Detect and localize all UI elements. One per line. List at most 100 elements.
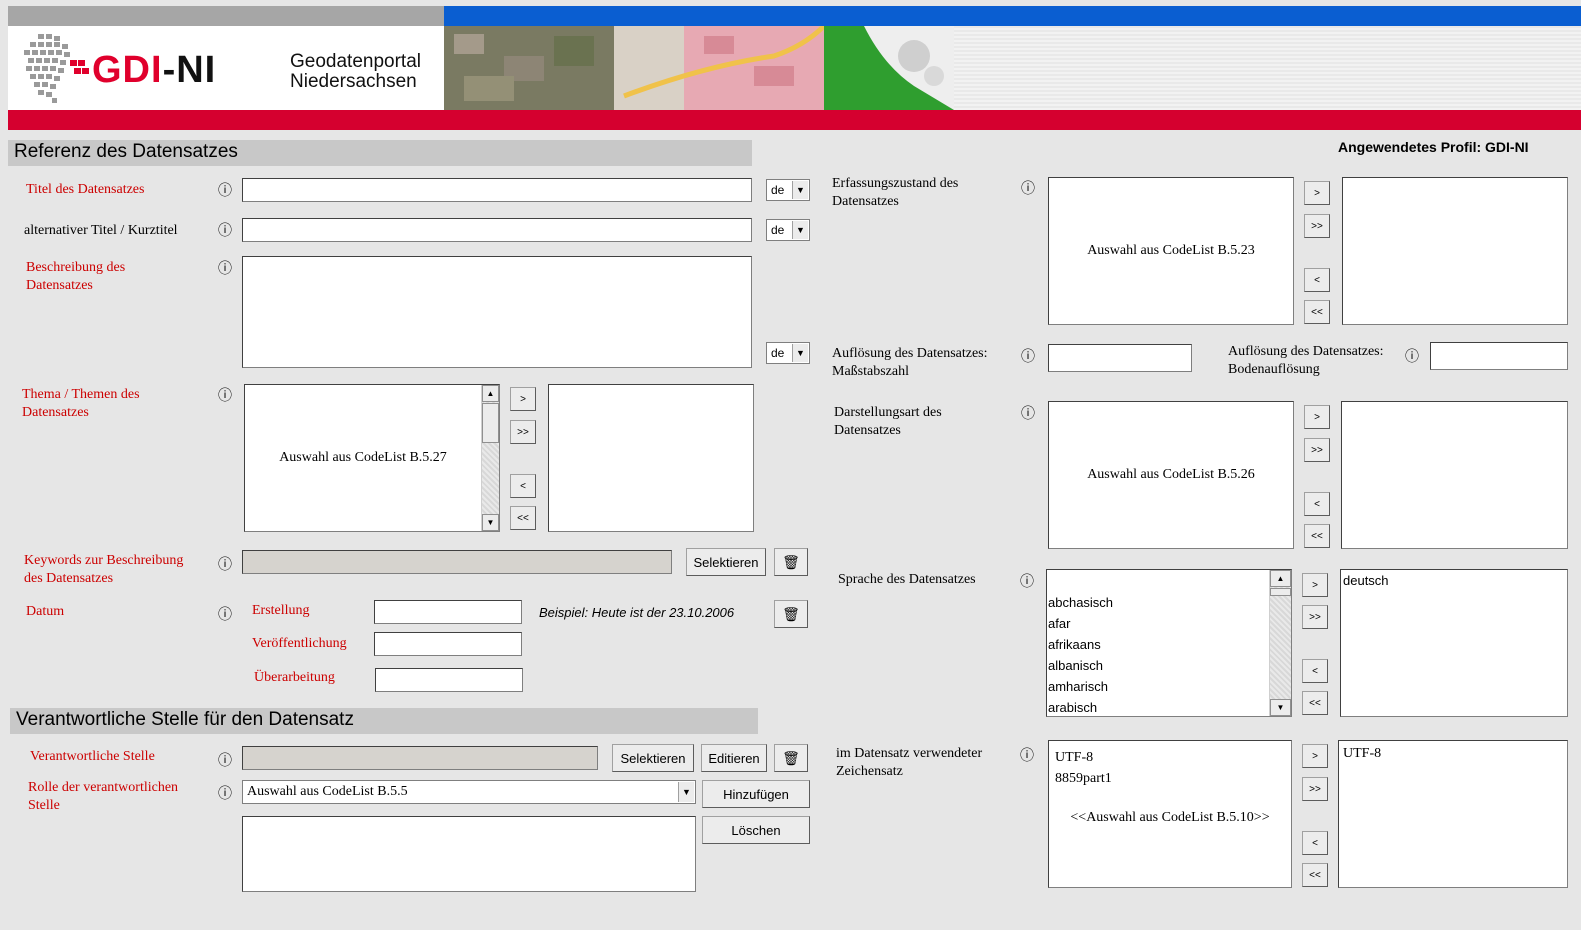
list-item[interactable]: abchasisch [1047,592,1273,613]
alt-titel-input[interactable] [242,218,752,242]
thema-add-all-button[interactable]: >> [510,420,536,444]
stelle-editieren-button[interactable]: Editieren [701,744,767,772]
info-icon[interactable]: ⓘ [218,750,232,770]
label-titel: Titel des Datensatzes [26,182,145,197]
titel-lang-select[interactable]: de ▼ [766,179,810,201]
sprache-remove-all-button[interactable]: << [1302,691,1328,715]
info-icon[interactable]: ⓘ [1405,346,1419,366]
info-icon[interactable]: ⓘ [218,180,232,200]
info-icon[interactable]: ⓘ [1021,178,1035,198]
thema-available-list[interactable]: Auswahl aus CodeList B.5.27 ▲ ▼ [244,384,500,532]
sprache-remove-button[interactable]: < [1302,659,1328,683]
erstellung-date-input[interactable] [374,600,522,624]
info-icon[interactable]: ⓘ [1020,571,1034,591]
darstellung-add-all-button[interactable]: >> [1304,438,1330,462]
zeichensatz-remove-button[interactable]: < [1302,831,1328,855]
info-icon[interactable]: ⓘ [218,385,232,405]
label-zeichensatz-line1: im Datensatz verwendeter [836,746,983,761]
darstellung-selected-list[interactable] [1341,401,1568,549]
list-item[interactable]: deutsch [1341,570,1567,592]
logo-gdi-text: GDI [92,49,163,91]
trash-icon[interactable]: 🗑 [774,744,808,772]
label-keywords-line2: des Datensatzes [24,571,114,586]
scroll-thumb[interactable] [482,403,499,443]
sprache-selected-list[interactable]: deutsch [1340,569,1568,717]
trash-icon[interactable]: 🗑 [774,600,808,628]
logo-area: GDI-NI Geodatenportal Niedersachsen [8,26,444,110]
list-item[interactable]: albanisch [1047,655,1273,676]
bodenaufloesung-input[interactable] [1430,342,1568,370]
zeichensatz-add-button[interactable]: > [1302,744,1328,768]
label-beschreibung-line2: Datensatzes [26,278,93,293]
zeichensatz-available-list[interactable]: UTF-8 8859part1 <<Auswahl aus CodeList B… [1048,740,1292,888]
info-icon[interactable]: ⓘ [218,258,232,278]
info-icon[interactable]: ⓘ [218,783,232,803]
rolle-list[interactable] [242,816,696,892]
zeichensatz-hint: <<Auswahl aus CodeList B.5.10>> [1070,810,1270,825]
alt-titel-lang-select[interactable]: de ▼ [766,219,810,241]
portal-name: Geodatenportal Niedersachsen [290,52,421,92]
label-beschreibung-line1: Beschreibung des [26,260,126,275]
thema-selected-list[interactable] [548,384,754,532]
titel-input[interactable] [242,178,752,202]
sprache-available-list[interactable]: abchasisch afar afrikaans albanisch amha… [1046,569,1292,717]
ueberarbeitung-date-input[interactable] [375,668,523,692]
thema-remove-all-button[interactable]: << [510,506,536,530]
zeichensatz-options: UTF-8 8859part1 [1055,747,1112,789]
veroeffentlichung-date-input[interactable] [374,632,522,656]
zeichensatz-selected-list[interactable]: UTF-8 [1338,740,1568,888]
sprache-add-all-button[interactable]: >> [1302,605,1328,629]
list-item[interactable]: arabisch [1047,697,1273,718]
info-icon[interactable]: ⓘ [218,554,232,574]
darstellung-available-list[interactable]: Auswahl aus CodeList B.5.26 [1048,401,1294,549]
thema-scrollbar[interactable]: ▲ ▼ [481,385,499,531]
beschreibung-lang-value: de [771,346,785,360]
zeichensatz-add-all-button[interactable]: >> [1302,777,1328,801]
info-icon[interactable]: ⓘ [1020,745,1034,765]
erfassung-remove-button[interactable]: < [1304,268,1330,292]
list-item[interactable]: UTF-8 [1339,741,1567,767]
info-icon[interactable]: ⓘ [1021,403,1035,423]
list-item[interactable]: afrikaans [1047,634,1273,655]
label-darstellungsart: Darstellungsart des Datensatzes [834,404,942,440]
scroll-thumb[interactable] [1270,588,1291,596]
massstabszahl-input[interactable] [1048,344,1192,372]
darstellung-add-button[interactable]: > [1304,405,1330,429]
darstellung-remove-button[interactable]: < [1304,492,1330,516]
scroll-down-icon[interactable]: ▼ [1270,699,1291,716]
info-icon[interactable]: ⓘ [1021,346,1035,366]
label-erfassungszustand: Erfassungszustand des Datensatzes [832,175,958,211]
list-item[interactable]: amharisch [1047,676,1273,697]
scroll-up-icon[interactable]: ▲ [1270,570,1291,587]
erfassung-add-all-button[interactable]: >> [1304,214,1330,238]
erfassung-remove-all-button[interactable]: << [1304,300,1330,324]
trash-icon[interactable]: 🗑 [774,548,808,576]
erfassung-available-list[interactable]: Auswahl aus CodeList B.5.23 [1048,177,1294,325]
zeichensatz-remove-all-button[interactable]: << [1302,863,1328,887]
scroll-down-icon[interactable]: ▼ [482,514,499,531]
rolle-loeschen-button[interactable]: Löschen [702,816,810,844]
beschreibung-textarea[interactable] [242,256,752,368]
rolle-select[interactable]: Auswahl aus CodeList B.5.5 ▼ [242,780,696,804]
sprache-add-button[interactable]: > [1302,573,1328,597]
erfassung-add-button[interactable]: > [1304,181,1330,205]
scroll-up-icon[interactable]: ▲ [482,385,499,402]
alt-titel-lang-value: de [771,223,785,237]
rolle-hinzufuegen-button[interactable]: Hinzufügen [702,780,810,808]
list-item[interactable]: afar [1047,613,1273,634]
info-icon[interactable]: ⓘ [218,220,232,240]
keywords-selektieren-button[interactable]: Selektieren [686,548,766,576]
list-item[interactable]: UTF-8 [1055,747,1112,768]
erfassung-selected-list[interactable] [1342,177,1568,325]
info-icon[interactable]: ⓘ [218,604,232,624]
sprache-scrollbar[interactable]: ▲ ▼ [1269,570,1291,716]
verantwortliche-stelle-input [242,746,598,770]
thema-add-button[interactable]: > [510,387,536,411]
list-item[interactable]: 8859part1 [1055,768,1112,789]
thema-remove-button[interactable]: < [510,474,536,498]
logo-ni-text: -NI [162,49,217,91]
darstellung-remove-all-button[interactable]: << [1304,524,1330,548]
stelle-selektieren-button[interactable]: Selektieren [612,744,694,772]
header-right-pattern [954,26,1581,110]
beschreibung-lang-select[interactable]: de ▼ [766,342,810,364]
